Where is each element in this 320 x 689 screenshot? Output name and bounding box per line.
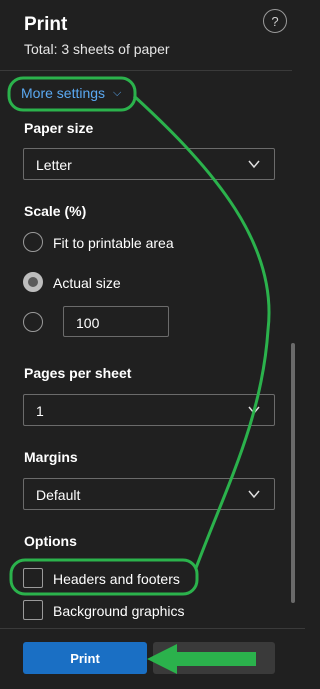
background-graphics-checkbox[interactable] xyxy=(23,600,43,620)
scrollbar[interactable] xyxy=(291,343,295,603)
paper-size-value: Letter xyxy=(36,157,72,173)
pages-per-sheet-label: Pages per sheet xyxy=(24,365,132,381)
header-divider xyxy=(0,70,292,71)
scale-label: Scale (%) xyxy=(24,203,87,219)
background-graphics-label: Background graphics xyxy=(53,603,185,619)
scale-custom-radio[interactable] xyxy=(23,312,43,332)
paper-size-label: Paper size xyxy=(24,120,94,136)
chevron-down-icon xyxy=(248,490,260,499)
scale-fit-label: Fit to printable area xyxy=(53,235,174,251)
headers-footers-label: Headers and footers xyxy=(53,571,180,587)
margins-select[interactable]: Default xyxy=(23,478,275,510)
scale-actual-label: Actual size xyxy=(53,275,121,291)
page-title: Print xyxy=(24,14,68,35)
margins-label: Margins xyxy=(24,449,78,465)
pages-per-sheet-select[interactable]: 1 xyxy=(23,394,275,426)
sheets-total: Total: 3 sheets of paper xyxy=(24,41,170,57)
print-dialog: Print Total: 3 sheets of paper ? More se… xyxy=(0,0,305,689)
scale-actual-radio[interactable] xyxy=(23,272,43,292)
question-mark-icon: ? xyxy=(271,13,279,29)
margins-value: Default xyxy=(36,487,81,503)
scale-custom-value: 100 xyxy=(76,315,100,331)
more-settings-link[interactable]: More settings ⌵ xyxy=(21,85,121,101)
scale-custom-input[interactable]: 100 xyxy=(63,306,169,337)
chevron-down-icon xyxy=(248,160,260,169)
chevron-down-icon xyxy=(248,406,260,415)
options-label: Options xyxy=(24,533,77,549)
print-button-label: Print xyxy=(70,650,100,666)
scale-fit-radio[interactable] xyxy=(23,232,43,252)
pages-per-sheet-value: 1 xyxy=(36,403,44,419)
print-button[interactable]: Print xyxy=(23,642,147,674)
cancel-button[interactable] xyxy=(153,642,275,674)
chevron-down-icon: ⌵ xyxy=(113,86,122,99)
headers-footers-checkbox[interactable] xyxy=(23,568,43,588)
help-button[interactable]: ? xyxy=(263,9,287,33)
paper-size-select[interactable]: Letter xyxy=(23,148,275,180)
more-settings-label: More settings xyxy=(21,85,106,101)
